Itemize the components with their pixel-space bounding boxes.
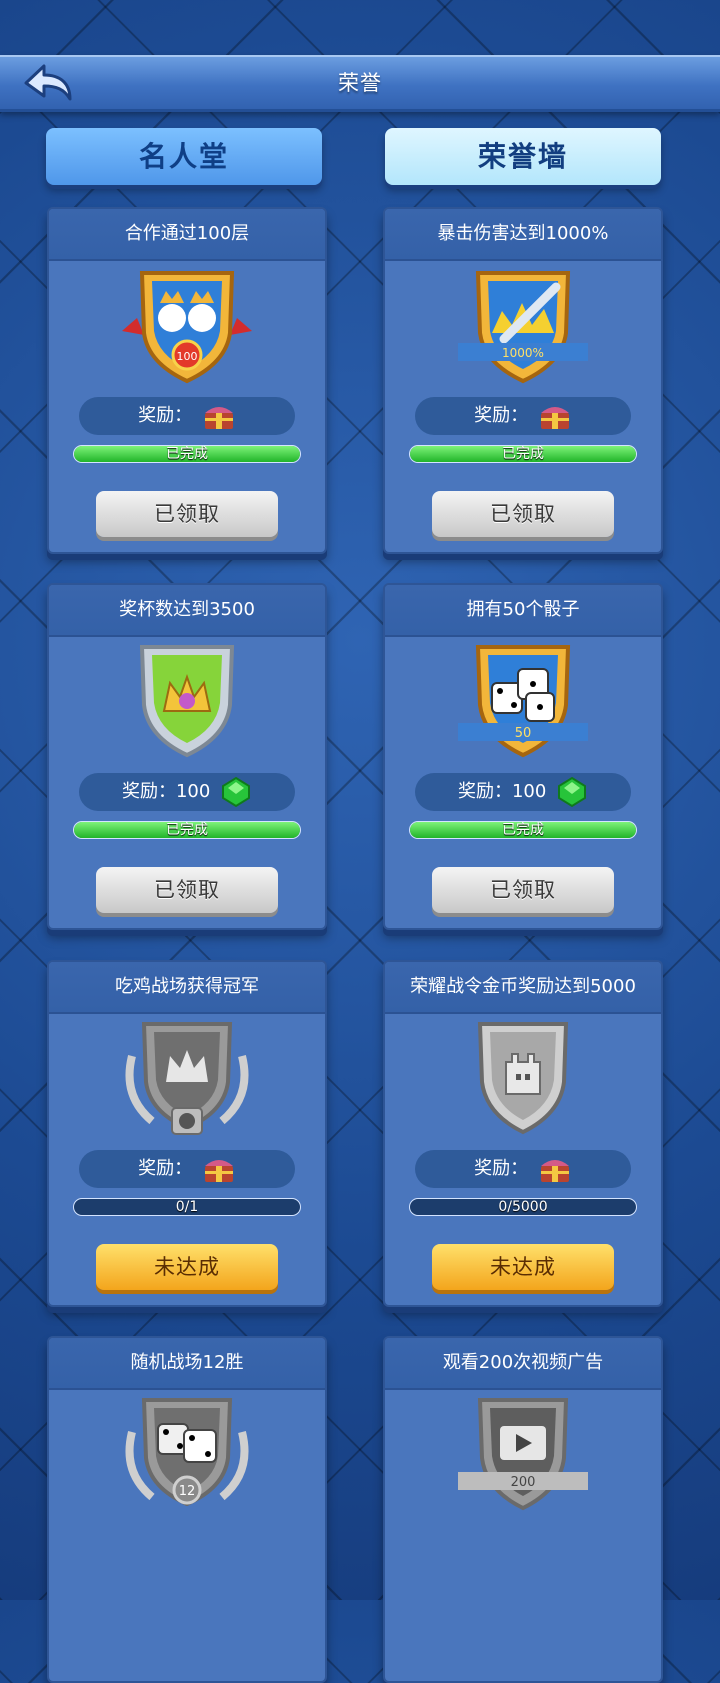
achievement-card: 合作通过100层 100 奖励： 已完成 已领取 — [47, 207, 327, 554]
reward-row: 奖励： — [415, 397, 631, 435]
card-title: 拥有50个骰子 — [385, 585, 661, 637]
progress-bar: 已完成 — [73, 445, 301, 463]
reward-label: 奖励： — [138, 405, 193, 426]
achievement-card: 观看200次视频广告 200 — [383, 1336, 663, 1683]
progress-bar: 已完成 — [409, 445, 637, 463]
progress-text: 已完成 — [166, 446, 208, 462]
achievement-card: 吃鸡战场获得冠军 奖励： 0/1 未达成 — [47, 960, 327, 1307]
tab-hall-of-fame[interactable]: 名人堂 — [46, 128, 322, 185]
reward-label: 奖励：100 — [121, 781, 211, 802]
achievement-card: 随机战场12胜 12 — [47, 1336, 327, 1683]
reward-row: 奖励：100 — [79, 773, 295, 811]
claimed-button[interactable]: 已领取 — [432, 491, 614, 537]
svg-text:12: 12 — [179, 1484, 196, 1499]
reward-row: 奖励： — [79, 1150, 295, 1188]
achievement-card: 拥有50个骰子 50 奖励：100 已完成 已领取 — [383, 583, 663, 930]
gold-shield-sword-badge-icon: 1000% — [385, 263, 661, 393]
treasure-chest-icon — [540, 1160, 569, 1182]
treasure-chest-icon — [204, 1160, 233, 1182]
green-gem-icon — [558, 776, 587, 808]
treasure-chest-icon — [540, 407, 569, 429]
silver-video-badge-icon: 200 — [385, 1392, 661, 1522]
claimed-button[interactable]: 已领取 — [96, 491, 278, 537]
progress-bar: 已完成 — [409, 821, 637, 839]
not-achieved-button[interactable]: 未达成 — [96, 1244, 278, 1290]
svg-text:200: 200 — [511, 1475, 536, 1490]
progress-text: 0/1 — [175, 1199, 199, 1215]
silver-castle-badge-icon — [385, 1016, 661, 1146]
reward-label: 奖励： — [138, 1158, 193, 1179]
progress-text: 0/5000 — [498, 1199, 548, 1215]
card-title: 合作通过100层 — [49, 209, 325, 261]
progress-bar: 0/5000 — [409, 1198, 637, 1216]
silver-dice-badge-icon: 12 — [49, 1392, 325, 1522]
achievement-card: 暴击伤害达到1000% 1000% 奖励： 已完成 已领取 — [383, 207, 663, 554]
reward-row: 奖励： — [79, 397, 295, 435]
reward-row: 奖励：100 — [415, 773, 631, 811]
card-title: 荣耀战令金币奖励达到5000 — [385, 962, 661, 1014]
gold-shield-dice-badge-icon: 50 — [385, 639, 661, 769]
reward-label: 奖励：100 — [457, 781, 547, 802]
reward-label: 奖励： — [474, 405, 529, 426]
top-bar: 荣誉 — [0, 55, 720, 112]
card-title: 暴击伤害达到1000% — [385, 209, 661, 261]
not-achieved-button[interactable]: 未达成 — [432, 1244, 614, 1290]
progress-text: 已完成 — [502, 822, 544, 838]
green-gem-icon — [222, 776, 251, 808]
svg-text:50: 50 — [515, 726, 532, 741]
reward-label: 奖励： — [474, 1158, 529, 1179]
reward-row: 奖励： — [415, 1150, 631, 1188]
card-title: 奖杯数达到3500 — [49, 585, 325, 637]
svg-text:1000%: 1000% — [502, 346, 544, 360]
achievement-card: 荣耀战令金币奖励达到5000 奖励： 0/5000 未达成 — [383, 960, 663, 1307]
claimed-button[interactable]: 已领取 — [432, 867, 614, 913]
claimed-button[interactable]: 已领取 — [96, 867, 278, 913]
page-title: 荣誉 — [338, 71, 382, 95]
card-title: 吃鸡战场获得冠军 — [49, 962, 325, 1014]
gold-shield-badge-icon: 100 — [49, 263, 325, 393]
progress-text: 已完成 — [166, 822, 208, 838]
svg-text:100: 100 — [177, 350, 198, 363]
card-title: 观看200次视频广告 — [385, 1338, 661, 1390]
progress-bar: 0/1 — [73, 1198, 301, 1216]
tab-honor-wall[interactable]: 荣誉墙 — [385, 128, 661, 185]
card-title: 随机战场12胜 — [49, 1338, 325, 1390]
silver-crown-badge-icon — [49, 1016, 325, 1146]
treasure-chest-icon — [204, 407, 233, 429]
achievement-card: 奖杯数达到3500 奖励：100 已完成 已领取 — [47, 583, 327, 930]
progress-text: 已完成 — [502, 446, 544, 462]
progress-bar: 已完成 — [73, 821, 301, 839]
green-shield-crown-badge-icon — [49, 639, 325, 769]
